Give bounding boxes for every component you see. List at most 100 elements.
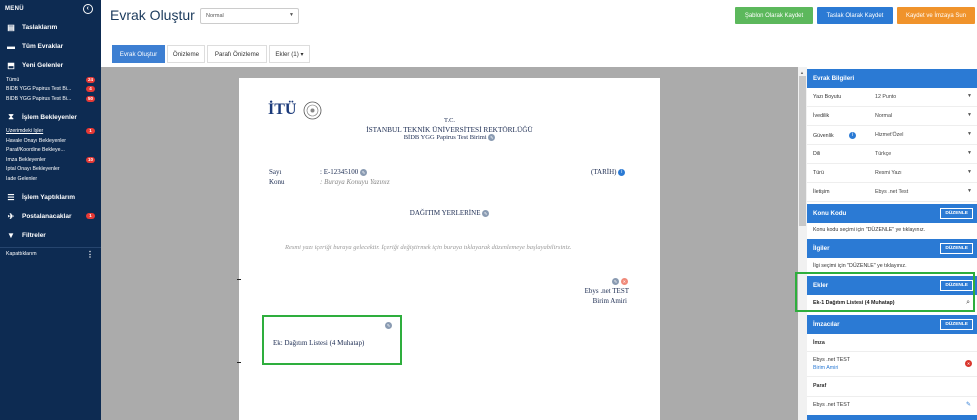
field-select[interactable]: Hizmet'Özel ▼ (875, 131, 977, 138)
distribution-title[interactable]: DAĞITIM YERLERİNE ✎ (239, 209, 660, 217)
attachments-section-highlight (795, 272, 975, 312)
scroll-up-icon[interactable]: ▲ (800, 70, 804, 75)
signer-actions: ✎ ✕ (612, 277, 628, 285)
sidebar-item-inbox[interactable]: ⬒ Yeni Gelenler (0, 56, 101, 75)
sidebar-item-label: Tümü (6, 76, 20, 83)
document-page[interactable]: İTÜ T.C. İSTANBUL TEKNİK ÜNİVERSİTESİ RE… (237, 78, 660, 420)
edit-icon[interactable]: ✎ (482, 209, 490, 217)
fold-mark (237, 279, 241, 280)
fold-mark (237, 362, 241, 363)
sidebar-item-label: İade Gelenler (6, 175, 38, 182)
sidebar-item-done[interactable]: ☰ İşlem Yaptıklarım (0, 188, 101, 207)
doc-tc: T.C. (443, 117, 456, 124)
priority-select-value: Normal (206, 13, 224, 19)
chevron-down-icon: ▼ (967, 93, 972, 99)
sidebar-item-label: Tüm Evraklar (22, 43, 64, 50)
panel-footer-bar (807, 415, 977, 420)
sidebar-subitem-returned[interactable]: İade Gelenler (0, 174, 101, 184)
field-contact[interactable]: İletişim Ebys .net Test ▼ (807, 183, 977, 202)
field-type[interactable]: Türü Resmi Yazı ▼ (807, 164, 977, 183)
tab-initial-preview[interactable]: Parafı Önizleme (207, 45, 267, 63)
sidebar-title: MENÜ (5, 6, 24, 12)
references-hint: İlgi seçimi için "DÜZENLE" ye tıklayınız… (813, 263, 907, 269)
field-label: Dili (813, 151, 821, 157)
sidebar-subitem-signature-pending[interactable]: İmza Bekleyenler 10 (0, 155, 101, 165)
sidebar-item-pending[interactable]: ⧗ İşlem Bekleyenler (0, 108, 101, 127)
sidebar-item-drafts[interactable]: ▤ Taslaklarım (0, 18, 101, 37)
signer-row-name: Ebys .net TEST (813, 357, 850, 363)
chevron-down-icon: ▼ (967, 150, 972, 156)
sidebar-subitem-my-tasks[interactable]: Üzerimdeki İşler 1 (0, 127, 101, 137)
sayi-value[interactable]: : E-12345100 ✎ (320, 168, 368, 176)
more-vertical-icon[interactable]: ⋮ (86, 250, 94, 259)
sidebar-subitem-all[interactable]: Tümü 24 (0, 75, 101, 85)
document-body[interactable]: Resmi yazı içeriği buraya gelecektir. İç… (269, 243, 631, 253)
sidebar-subitem-cancel-pending[interactable]: İptal Onayı Bekleyenler (0, 165, 101, 175)
field-value: Hizmet'Özel (875, 132, 904, 138)
sidebar-item-label: İptal Onayı Bekleyenler (6, 166, 60, 173)
sidebar-item-filters[interactable]: ▼ Filtreler (0, 226, 101, 245)
sidebar-item-label: Üzerimdeki İşler (6, 128, 44, 135)
sidebar-item-all-documents[interactable]: ▬ Tüm Evraklar (0, 37, 101, 56)
field-security[interactable]: Güvenlik i Hizmet'Özel ▼ (807, 126, 977, 145)
info-icon[interactable]: i (618, 168, 626, 176)
edit-icon[interactable]: ✎ (360, 168, 368, 176)
sidebar-item-label: İmza Bekleyenler (6, 156, 46, 163)
field-select[interactable]: Resmi Yazı ▼ (875, 169, 977, 176)
chevron-down-icon: ▼ (289, 12, 294, 18)
tab-preview[interactable]: Önizleme (167, 45, 205, 63)
signer-row[interactable]: Ebys .net TEST Birim Amiri ✕ (807, 351, 977, 377)
sidebar: MENÜ ‹ ▤ Taslaklarım ▬ Tüm Evraklar ⬒ Ye… (0, 0, 101, 420)
done-list-icon: ☰ (7, 192, 15, 202)
konu-input[interactable]: : Buraya Konuyu Yazınız (320, 178, 390, 186)
delete-icon[interactable]: ✕ (620, 277, 628, 285)
sidebar-subitem-unit-1[interactable]: BİDB YGG Papirus Test Bi... 4 (0, 85, 101, 95)
tab-attachments[interactable]: Ekler (1) ▾ (269, 45, 310, 63)
sidebar-subitem-unit-2[interactable]: BİDB YGG Papirus Test Bi... 50 (0, 94, 101, 104)
document-info-panel: Evrak Bilgileri Yazı Boyutu 12 Punto ▼ İv… (807, 67, 977, 420)
sidebar-item-label: Kapattıklarım (6, 251, 37, 257)
sidebar-item-closed[interactable]: Kapattıklarım ⋮ (0, 246, 101, 261)
sidebar-subitem-initial-pending[interactable]: Paraf/Koordine Bekleye... (0, 146, 101, 156)
filter-icon: ▼ (7, 230, 15, 240)
inbox-icon: ⬒ (7, 61, 15, 70)
field-select[interactable]: Türkçe ▼ (875, 150, 977, 157)
tab-create-document[interactable]: Evrak Oluştur (112, 45, 165, 63)
initial-row-name: Ebys .net TEST (813, 402, 850, 408)
document-scrollbar[interactable]: ▲ (798, 67, 807, 420)
count-badge: 10 (85, 156, 95, 163)
chevron-left-icon[interactable]: ‹ (83, 4, 93, 14)
field-urgency[interactable]: İvedilik Normal ▼ (807, 107, 977, 126)
field-select[interactable]: Normal ▼ (875, 112, 977, 119)
field-label: Yazı Boyutu (813, 94, 842, 100)
edit-subject-code-button[interactable]: DÜZENLE (940, 208, 973, 219)
sidebar-item-label: Paraf/Koordine Bekleye... (6, 147, 65, 154)
sidebar-subitem-transfer-pending[interactable]: Havale Onayı Bekleyenler (0, 136, 101, 146)
edit-signers-button[interactable]: DÜZENLE (940, 319, 973, 330)
scrollbar-thumb[interactable] (799, 76, 806, 226)
edit-icon[interactable]: ✎ (612, 277, 619, 285)
save-and-submit-button[interactable]: Kaydet ve İmzaya Sun (897, 7, 975, 24)
save-as-draft-button[interactable]: Taslak Olarak Kaydet (817, 7, 893, 24)
initial-row[interactable]: Ebys .net TEST ✎ (807, 396, 977, 412)
info-icon[interactable]: i (849, 131, 857, 139)
edit-icon[interactable]: ✎ (488, 134, 496, 142)
field-select[interactable]: Ebys .net Test ▼ (875, 188, 977, 195)
priority-select[interactable]: Normal ▼ (200, 8, 299, 24)
chevron-down-icon: ▼ (967, 131, 972, 137)
folder-icon: ▬ (7, 42, 15, 51)
save-as-template-button[interactable]: Şablon Olarak Kaydet (735, 7, 813, 24)
date-label: (TARİH) (591, 168, 617, 176)
field-font-size[interactable]: Yazı Boyutu 12 Punto ▼ (807, 88, 977, 107)
section-title: İmzacılar (813, 321, 840, 328)
field-label: Güvenlik (813, 132, 834, 139)
top-bar: Evrak Oluştur Normal ▼ Şablon Olarak Kay… (101, 0, 977, 40)
sidebar-item-label: Postalanacaklar (22, 212, 72, 220)
sidebar-item-mail[interactable]: ✈ Postalanacaklar 1 (0, 207, 101, 226)
edit-icon[interactable]: ✎ (966, 401, 971, 408)
doc-unit-text: BİDB YGG Papirus Test Birimi (403, 134, 487, 141)
field-select[interactable]: 12 Punto ▼ (875, 93, 977, 100)
edit-references-button[interactable]: DÜZENLE (940, 243, 973, 254)
field-language[interactable]: Dili Türkçe ▼ (807, 145, 977, 164)
remove-icon[interactable]: ✕ (965, 360, 972, 367)
